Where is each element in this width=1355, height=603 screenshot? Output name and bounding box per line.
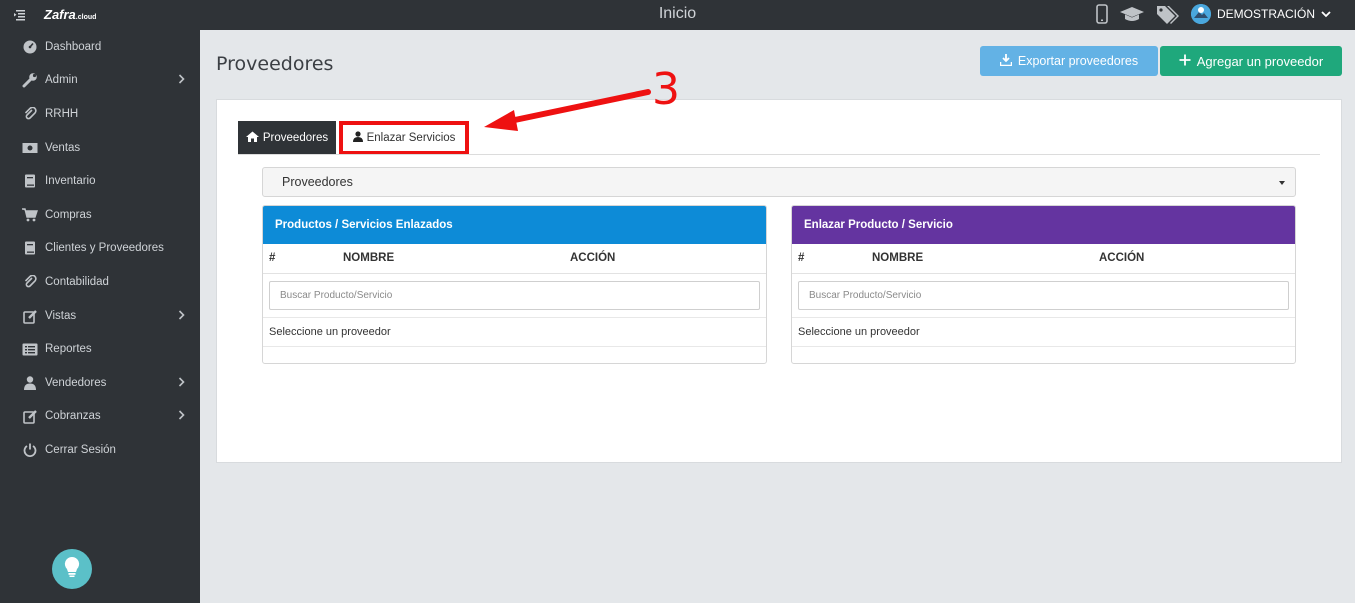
top-bar: Zafra.cloud Inicio DEMOSTRACIÓN [0, 0, 1355, 30]
lightbulb-icon [63, 556, 81, 583]
user-icon [22, 375, 38, 391]
sidebar-item-label: Contabilidad [45, 276, 109, 288]
sidebar-item-label: Compras [45, 209, 92, 221]
sidebar: Dashboard Admin RRHH Ventas Inventario C… [0, 30, 200, 603]
select-value: Proveedores [282, 175, 353, 189]
user-icon [352, 131, 363, 145]
sidebar-item-label: Cerrar Sesión [45, 444, 116, 456]
column-header: NOMBRE [343, 252, 395, 264]
column-header: NOMBRE [872, 252, 924, 264]
sidebar-item-inventario[interactable]: Inventario [0, 166, 200, 196]
add-label: Agregar un proveedor [1196, 53, 1324, 69]
user-name: DEMOSTRACIÓN [1216, 7, 1315, 21]
sidebar-item-compras[interactable]: Compras [0, 200, 200, 230]
sidebar-item-ventas[interactable]: Ventas [0, 133, 200, 163]
edit-icon [22, 408, 38, 424]
sidebar-item-admin[interactable]: Admin [0, 65, 200, 95]
sidebar-item-cobranzas[interactable]: Cobranzas [0, 401, 200, 431]
download-icon [999, 53, 1013, 69]
search-row [792, 274, 1295, 318]
menu-toggle-icon[interactable] [14, 8, 26, 21]
chevron-right-icon [178, 74, 185, 87]
table-header: # NOMBRE ACCIÓN [263, 244, 766, 274]
dashboard-icon [22, 39, 38, 55]
book-icon [22, 173, 38, 189]
panel-title: Enlazar Producto / Servicio [792, 206, 1295, 244]
empty-message: Seleccione un proveedor [269, 326, 391, 338]
chevron-right-icon [178, 410, 185, 423]
paperclip-icon [22, 274, 38, 290]
linked-services-panel: Productos / Servicios Enlazados # NOMBRE… [262, 205, 767, 364]
table-row: Seleccione un proveedor [263, 318, 766, 347]
export-suppliers-button[interactable]: Exportar proveedores [980, 46, 1158, 76]
tab-divider [238, 154, 1320, 155]
column-header: # [269, 252, 276, 264]
sidebar-item-reportes[interactable]: Reportes [0, 334, 200, 364]
paperclip-icon [22, 106, 38, 122]
panel-title: Productos / Servicios Enlazados [263, 206, 766, 244]
link-service-panel: Enlazar Producto / Servicio # NOMBRE ACC… [791, 205, 1296, 364]
graduation-cap-icon[interactable] [1119, 5, 1145, 23]
sidebar-item-label: Cobranzas [45, 410, 101, 422]
app-logo[interactable]: Zafra.cloud [44, 7, 96, 22]
tab-label: Proveedores [262, 132, 329, 144]
search-row [263, 274, 766, 318]
sidebar-item-dashboard[interactable]: Dashboard [0, 32, 200, 62]
tab-label: Enlazar Servicios [366, 132, 456, 144]
logo-text: Zafra [44, 7, 76, 22]
logo-suffix: .cloud [75, 14, 97, 21]
avatar [1190, 4, 1211, 24]
supplier-select[interactable]: Proveedores [262, 167, 1296, 197]
tab-enlazar-servicios[interactable]: Enlazar Servicios [339, 121, 469, 155]
help-button[interactable] [52, 549, 92, 589]
column-header: ACCIÓN [1099, 252, 1145, 264]
sidebar-item-label: Reportes [45, 343, 92, 355]
empty-message: Seleccione un proveedor [798, 326, 920, 338]
sidebar-item-cerrar-sesion[interactable]: Cerrar Sesión [0, 435, 200, 465]
column-header: # [798, 252, 805, 264]
edit-icon [22, 308, 38, 324]
sidebar-item-label: RRHH [45, 108, 79, 120]
power-icon [22, 442, 38, 458]
sidebar-item-label: Admin [45, 74, 78, 86]
caret-down-icon [1279, 181, 1285, 185]
sidebar-item-label: Clientes y Proveedores [45, 242, 164, 254]
sidebar-item-label: Inventario [45, 175, 96, 187]
sidebar-item-label: Ventas [45, 142, 81, 154]
mobile-icon[interactable] [1095, 4, 1109, 24]
sidebar-item-rrhh[interactable]: RRHH [0, 99, 200, 129]
table-header: # NOMBRE ACCIÓN [792, 244, 1295, 274]
cart-icon [22, 207, 38, 223]
user-menu[interactable]: DEMOSTRACIÓN [1190, 4, 1331, 24]
list-icon [22, 341, 38, 357]
wrench-icon [22, 72, 38, 88]
tags-icon[interactable] [1155, 4, 1181, 24]
sidebar-item-contabilidad[interactable]: Contabilidad [0, 267, 200, 297]
tab-proveedores[interactable]: Proveedores [238, 121, 336, 155]
sidebar-item-vendedores[interactable]: Vendedores [0, 368, 200, 398]
add-supplier-button[interactable]: Agregar un proveedor [1160, 46, 1342, 76]
search-input[interactable] [798, 281, 1289, 310]
sidebar-item-label: Dashboard [45, 41, 102, 53]
export-label: Exportar proveedores [1017, 54, 1139, 68]
sidebar-item-label: Vendedores [45, 377, 107, 389]
page-title: Proveedores [216, 53, 334, 75]
search-input[interactable] [269, 281, 760, 310]
sidebar-item-label: Vistas [45, 310, 77, 322]
table-row: Seleccione un proveedor [792, 318, 1295, 347]
column-header: ACCIÓN [570, 252, 616, 264]
sidebar-item-vistas[interactable]: Vistas [0, 301, 200, 331]
top-bar-icons: DEMOSTRACIÓN [1095, 4, 1331, 24]
plus-icon [1179, 54, 1191, 69]
sidebar-item-clientes-proveedores[interactable]: Clientes y Proveedores [0, 233, 200, 263]
home-icon [245, 131, 259, 145]
money-icon [22, 140, 38, 156]
book-icon [22, 240, 38, 256]
chevron-down-icon [1321, 10, 1331, 18]
chevron-right-icon [178, 377, 185, 390]
annotation-number: 3 [652, 64, 680, 115]
chevron-right-icon [178, 310, 185, 323]
